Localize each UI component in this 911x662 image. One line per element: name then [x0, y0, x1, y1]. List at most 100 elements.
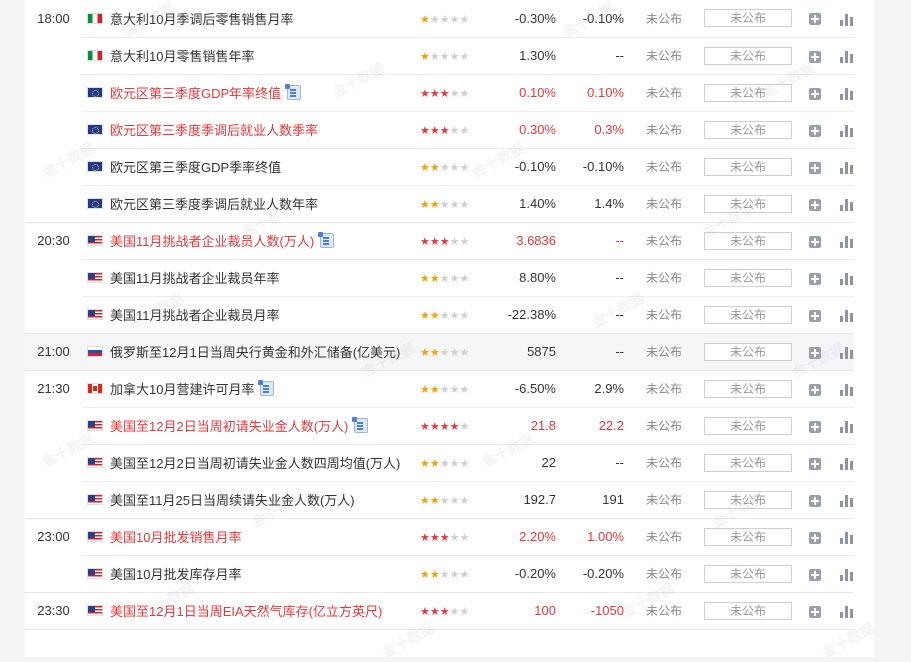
country-flag-icon	[87, 50, 103, 61]
star-icon: ★	[459, 569, 470, 581]
event-name: 美国至12月2日当周初请失业金人数(万人)	[110, 419, 349, 434]
bar-chart-icon[interactable]	[839, 457, 853, 471]
star-icon: ★	[449, 310, 460, 322]
event-cell: 加拿大10月营建许可月率	[82, 370, 419, 408]
bar-chart-icon[interactable]	[839, 531, 853, 545]
release-time	[25, 296, 82, 334]
actual-value: 未公布	[626, 259, 702, 297]
add-to-calendar-icon[interactable]	[809, 13, 821, 26]
importance-stars: ★★★★★	[420, 87, 469, 100]
bar-chart-icon[interactable]	[839, 124, 853, 138]
bar-chart-icon[interactable]	[839, 161, 853, 175]
actual-value: 未公布	[626, 555, 702, 593]
event-cell: 欧元区第三季度季调后就业人数季率	[82, 111, 419, 149]
star-icon: ★	[439, 199, 450, 211]
actual-value-input[interactable]: 未公布	[704, 342, 792, 361]
star-icon: ★	[439, 13, 450, 26]
table-row: 意大利10月零售销售年率 ★★★★★ 1.30% -- 未公布 未公布	[25, 37, 862, 75]
interpretation-doc-icon[interactable]	[352, 417, 369, 433]
bar-chart-icon[interactable]	[839, 568, 853, 582]
add-to-calendar-icon[interactable]	[809, 494, 821, 507]
actual-value-input[interactable]: 未公布	[704, 379, 792, 398]
bar-chart-icon[interactable]	[839, 13, 853, 26]
previous-value-cell: 3.6836	[489, 222, 562, 260]
add-to-calendar-icon[interactable]	[809, 161, 821, 174]
bar-chart-icon[interactable]	[839, 272, 853, 286]
add-to-calendar-icon[interactable]	[809, 568, 821, 581]
interpretation-doc-icon[interactable]	[318, 232, 335, 248]
forecast-value: 2.9%	[594, 381, 624, 396]
forecast-value: 1.4%	[594, 196, 624, 211]
previous-value: 100	[534, 603, 556, 618]
add-to-calendar-icon[interactable]	[809, 50, 821, 63]
star-icon: ★	[449, 421, 460, 433]
actual-value-input[interactable]: 未公布	[704, 9, 792, 28]
actual-value-input[interactable]: 未公布	[704, 527, 792, 546]
previous-value-cell: 21.8	[489, 407, 562, 445]
actual-value-input[interactable]: 未公布	[704, 83, 792, 102]
actual-value-input[interactable]: 未公布	[704, 268, 792, 287]
add-to-calendar-icon[interactable]	[809, 531, 821, 544]
country-flag-icon	[87, 568, 103, 579]
bar-chart-icon[interactable]	[839, 87, 853, 101]
actual-value-input[interactable]: 未公布	[704, 601, 792, 620]
interpretation-doc-icon[interactable]	[285, 84, 302, 100]
actual-value-input[interactable]: 未公布	[704, 46, 792, 65]
actual-value: 未公布	[626, 222, 702, 260]
add-to-calendar-icon[interactable]	[809, 198, 821, 211]
importance-cell: ★★★★★	[419, 481, 489, 519]
add-cell	[800, 333, 830, 371]
bar-chart-icon[interactable]	[839, 198, 853, 212]
event-name: 俄罗斯至12月1日当周央行黄金和外汇储备(亿美元)	[110, 345, 401, 360]
bar-chart-icon[interactable]	[839, 309, 853, 323]
event-cell: 俄罗斯至12月1日当周央行黄金和外汇储备(亿美元)	[82, 333, 419, 371]
add-to-calendar-icon[interactable]	[809, 420, 821, 433]
previous-value: 0.30%	[519, 122, 556, 137]
actual-value-input[interactable]: 未公布	[704, 453, 792, 472]
add-to-calendar-icon[interactable]	[809, 235, 821, 248]
add-to-calendar-icon[interactable]	[809, 383, 821, 396]
actual-value-input[interactable]: 未公布	[704, 305, 792, 324]
add-to-calendar-icon[interactable]	[809, 309, 821, 322]
add-to-calendar-icon[interactable]	[809, 457, 821, 470]
importance-cell: ★★★★★	[419, 148, 489, 186]
star-icon: ★	[439, 532, 450, 544]
bar-chart-icon[interactable]	[839, 605, 853, 619]
add-to-calendar-icon[interactable]	[809, 605, 821, 618]
bar-chart-icon[interactable]	[839, 346, 853, 360]
star-icon: ★	[459, 310, 470, 322]
table-row: 美国至12月2日当周初请失业金人数四周均值(万人) ★★★★★ 22 -- 未公布 未公布	[25, 444, 862, 482]
previous-value-cell: -0.20%	[489, 555, 562, 593]
actual-value-input[interactable]: 未公布	[704, 490, 792, 509]
actual-value-input[interactable]: 未公布	[704, 416, 792, 435]
bar-chart-icon[interactable]	[839, 383, 853, 397]
bar-chart-icon[interactable]	[839, 50, 853, 64]
star-icon: ★	[459, 236, 470, 248]
actual-value-input[interactable]: 未公布	[704, 564, 792, 583]
actual-value-input[interactable]: 未公布	[704, 194, 792, 213]
add-to-calendar-icon[interactable]	[809, 346, 821, 359]
star-icon: ★	[429, 458, 440, 470]
star-icon: ★	[449, 347, 460, 359]
star-icon: ★	[459, 347, 470, 359]
actual-value-input[interactable]: 未公布	[704, 120, 792, 139]
add-to-calendar-icon[interactable]	[809, 272, 821, 285]
table-row: 21:30 加拿大10月营建许可月率 ★★★★★ -6.50% 2.9% 未公布 未公布	[25, 370, 862, 408]
bar-chart-icon[interactable]	[839, 235, 853, 249]
bar-chart-icon[interactable]	[839, 494, 853, 508]
add-to-calendar-icon[interactable]	[809, 124, 821, 137]
event-name: 美国至12月2日当周初请失业金人数四周均值(万人)	[110, 456, 401, 471]
actual-value-input[interactable]: 未公布	[704, 157, 792, 176]
bar-chart-icon[interactable]	[839, 420, 853, 434]
actual-value-input[interactable]: 未公布	[704, 231, 792, 250]
importance-cell: ★★★★★	[419, 111, 489, 149]
interpretation-doc-icon[interactable]	[258, 380, 275, 396]
event-cell: 美国10月批发库存月率	[82, 555, 419, 593]
star-icon: ★	[429, 532, 440, 544]
add-to-calendar-icon[interactable]	[809, 87, 821, 100]
add-cell	[800, 555, 830, 593]
star-icon: ★	[429, 88, 440, 100]
economic-calendar-panel: 18:00 意大利10月季调后零售销售月率 ★★★★★ -0.30% -0.10% 未公布…	[25, 0, 862, 657]
star-icon: ★	[420, 458, 430, 470]
previous-value: 0.10%	[519, 85, 556, 100]
